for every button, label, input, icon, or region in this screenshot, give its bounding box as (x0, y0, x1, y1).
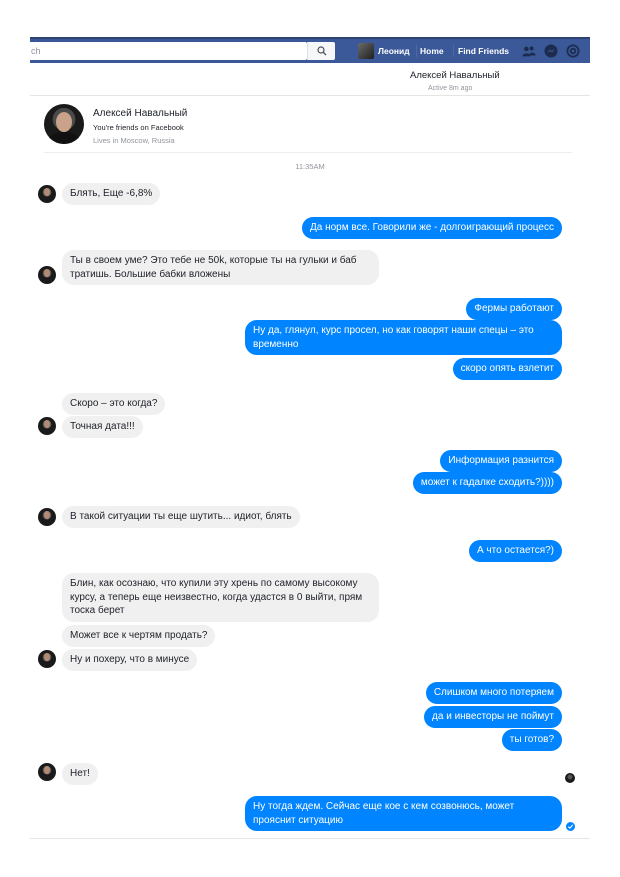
message-outgoing[interactable]: Ну да, глянул, курс просел, но как говор… (245, 320, 562, 355)
contact-name[interactable]: Алексей Навальный (93, 108, 187, 119)
contact-avatar-small (38, 185, 56, 203)
friendship-status: You're friends on Facebook (93, 123, 184, 132)
composer-divider (30, 838, 590, 839)
message-outgoing[interactable]: Фермы работают (466, 298, 562, 320)
contact-avatar[interactable] (44, 104, 84, 144)
messenger-icon[interactable] (544, 44, 558, 58)
nav-divider (416, 45, 417, 57)
message-outgoing[interactable]: Слишком много потеряем (425, 682, 562, 704)
profile-divider (44, 152, 572, 153)
nav-divider (453, 45, 454, 57)
top-navigation-bar: ch Леонид Home Find Friends (30, 37, 590, 63)
message-outgoing[interactable]: Да норм все. Говорили же - долгоиграющий… (301, 217, 562, 239)
friend-requests-icon[interactable] (522, 44, 536, 58)
message-incoming[interactable]: Блять, Еще -6,8% (62, 183, 161, 205)
message-outgoing[interactable]: может к гадалке сходить?)))) (412, 472, 562, 494)
contact-avatar-small (38, 508, 56, 526)
message-outgoing[interactable]: ты готов? (501, 729, 562, 751)
search-icon (316, 46, 326, 56)
contact-avatar-small (38, 650, 56, 668)
message-outgoing[interactable]: Информация разнится (440, 450, 562, 472)
message-incoming[interactable]: Блин, как осознаю, что купили эту хрень … (62, 573, 379, 622)
delivered-check-icon (566, 822, 575, 831)
contact-avatar-small (38, 266, 56, 284)
search-button[interactable] (307, 42, 335, 60)
message-outgoing[interactable]: Ну тогда ждем. Сейчас еще кое с кем созв… (245, 796, 562, 831)
conversation-title: Алексей Навальный (410, 70, 500, 81)
message-incoming[interactable]: Ты в своем уме? Это тебе не 50k, которые… (62, 250, 379, 285)
message-incoming[interactable]: Нет! (62, 763, 98, 785)
header-divider (30, 95, 590, 96)
message-timestamp: 11:35AM (295, 162, 325, 171)
message-outgoing[interactable]: А что остается?) (468, 540, 562, 562)
home-link[interactable]: Home (420, 43, 444, 59)
contact-avatar-small (38, 763, 56, 781)
message-incoming[interactable]: Скоро – это когда? (62, 393, 166, 415)
message-incoming[interactable]: Ну и похеру, что в минусе (62, 649, 198, 671)
active-status: Active 8m ago (428, 85, 473, 92)
message-incoming[interactable]: Точная дата!!! (62, 416, 143, 438)
seen-indicator-avatar (565, 773, 575, 783)
contact-avatar-small (38, 417, 56, 435)
search-input[interactable]: ch (30, 42, 307, 60)
contact-location: Lives in Moscow, Russia (93, 136, 175, 145)
user-name: Леонид (378, 46, 410, 56)
notifications-icon[interactable] (566, 44, 580, 58)
message-incoming[interactable]: Может все к чертям продать? (62, 625, 216, 647)
message-outgoing[interactable]: скоро опять взлетит (452, 358, 562, 380)
message-outgoing[interactable]: да и инвесторы не поймут (424, 706, 562, 728)
profile-link[interactable]: Леонид (358, 43, 410, 59)
message-incoming[interactable]: В такой ситуации ты еще шутить... идиот,… (62, 506, 300, 528)
find-friends-link[interactable]: Find Friends (458, 43, 509, 59)
user-avatar (358, 43, 374, 59)
